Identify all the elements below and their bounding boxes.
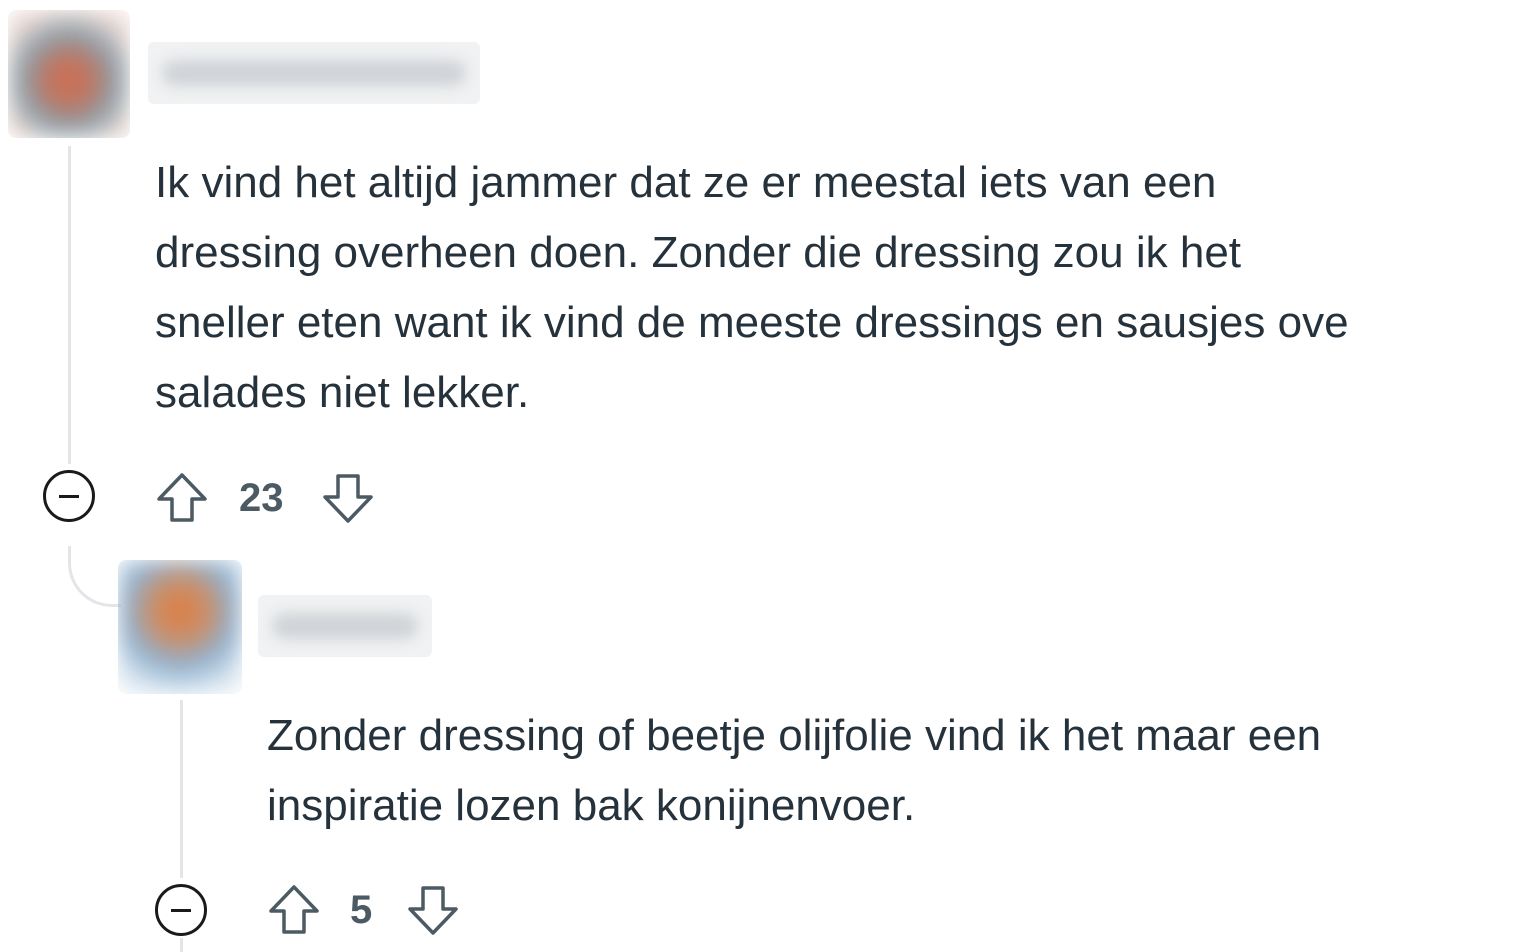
thread-line [68, 146, 71, 464]
username[interactable] [258, 595, 432, 657]
vote-count: 23 [239, 476, 284, 520]
thread-connector [68, 546, 121, 607]
avatar[interactable] [118, 560, 242, 694]
thread-line [180, 938, 183, 952]
comment-body: Zonder dressing of beetje olijfolie vind… [267, 711, 1322, 830]
comment-body: Ik vind het altijd jammer dat ze er mees… [155, 158, 1349, 417]
upvote-arrow-icon[interactable] [156, 472, 208, 524]
vote-count: 5 [350, 888, 373, 932]
downvote-arrow-icon[interactable] [407, 884, 459, 936]
username[interactable] [148, 42, 480, 104]
collapse-minus-icon[interactable] [155, 884, 207, 936]
thread-line [180, 700, 183, 878]
collapse-minus-icon[interactable] [43, 470, 95, 522]
downvote-arrow-icon[interactable] [322, 472, 374, 524]
avatar[interactable] [8, 10, 130, 138]
upvote-arrow-icon[interactable] [268, 884, 320, 936]
